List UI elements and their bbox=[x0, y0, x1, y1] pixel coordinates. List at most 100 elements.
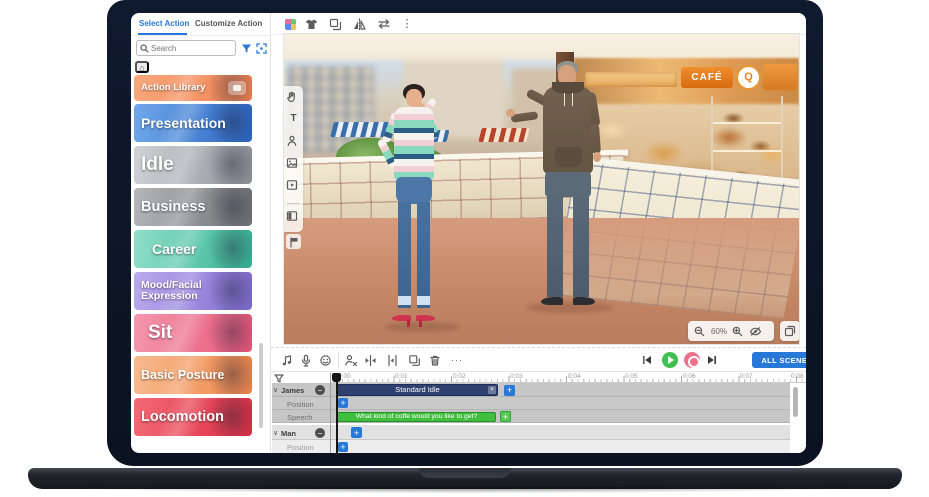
delete-clip-button[interactable] bbox=[429, 352, 445, 368]
add-position-man-button[interactable]: + bbox=[338, 442, 348, 452]
remove-actor-button[interactable] bbox=[344, 352, 360, 368]
character-tool-button[interactable] bbox=[286, 133, 301, 148]
collapse-man-icon[interactable]: ∨ bbox=[273, 429, 278, 437]
zoom-out-button[interactable] bbox=[694, 325, 706, 337]
character-icon bbox=[286, 135, 298, 147]
filter-button[interactable] bbox=[241, 42, 253, 54]
cafe-sign-right bbox=[763, 64, 797, 90]
man-options-button[interactable]: − bbox=[315, 428, 325, 438]
more-horizontal-icon: ··· bbox=[451, 355, 463, 365]
snapshot-button[interactable] bbox=[780, 321, 800, 341]
track-name-speech[interactable]: Speech bbox=[287, 413, 312, 422]
james-options-button[interactable]: − bbox=[315, 385, 325, 395]
copy-clip-button[interactable] bbox=[408, 352, 424, 368]
category-locomotion[interactable]: Locomotion bbox=[134, 398, 252, 436]
add-action-man-button[interactable]: + bbox=[351, 427, 362, 438]
all-scenes-button[interactable]: ALL SCENES bbox=[752, 352, 806, 368]
viewport-scene[interactable]: CAFÉ Q bbox=[283, 33, 800, 345]
timeline-ruler[interactable]: 0:00 0:01 0:02 0:03 0:04 0:05 0:06 0:07 … bbox=[331, 373, 806, 383]
filter-icon bbox=[241, 43, 252, 54]
viewport-toolbar: ⋮ bbox=[271, 13, 806, 35]
clip-standard-idle[interactable]: Standard Idle × bbox=[337, 384, 498, 396]
character-man[interactable] bbox=[527, 61, 613, 315]
more-button[interactable]: ⋮ bbox=[399, 16, 415, 32]
skip-end-icon bbox=[706, 354, 718, 366]
category-mood-facial-expression[interactable]: Mood/Facial Expression bbox=[134, 272, 252, 310]
timeline-more-button[interactable]: ··· bbox=[449, 352, 465, 368]
remove-actor-icon bbox=[344, 354, 358, 367]
category-sit[interactable]: Sit bbox=[134, 314, 252, 352]
track-name-position[interactable]: Position bbox=[287, 400, 314, 409]
audio-button[interactable] bbox=[281, 352, 297, 368]
hide-ui-button[interactable] bbox=[749, 325, 763, 337]
video-icon bbox=[286, 179, 298, 191]
home-button[interactable]: ⌂ bbox=[135, 61, 149, 73]
duplicate-button[interactable] bbox=[329, 16, 345, 32]
clip-speech[interactable]: What kind of coffe would you like to get… bbox=[337, 412, 496, 422]
trim-right-button[interactable] bbox=[386, 352, 402, 368]
playhead-handle[interactable] bbox=[332, 373, 341, 382]
search-box[interactable] bbox=[136, 40, 236, 56]
collapse-james-icon[interactable]: ∨ bbox=[273, 386, 278, 394]
text-tool-button[interactable]: T bbox=[286, 111, 301, 126]
play-button[interactable] bbox=[662, 352, 678, 368]
character-woman[interactable] bbox=[379, 84, 449, 332]
swap-button[interactable] bbox=[377, 16, 393, 32]
marker-tool-button[interactable] bbox=[286, 234, 301, 249]
category-basic-posture[interactable]: Basic Posture bbox=[134, 356, 252, 394]
pan-tool-button[interactable] bbox=[286, 89, 301, 104]
add-action-james-button[interactable]: + bbox=[504, 385, 515, 396]
category-action-library[interactable]: Action Library bbox=[134, 75, 252, 101]
zoom-out-icon bbox=[694, 326, 705, 337]
track-filter-icon bbox=[274, 374, 284, 383]
trim-left-button[interactable] bbox=[364, 352, 380, 368]
mirror-flip-icon bbox=[353, 18, 366, 31]
home-icon: ⌂ bbox=[139, 63, 144, 73]
fit-view-button[interactable] bbox=[256, 42, 268, 54]
track-name-man-position[interactable]: Position bbox=[287, 443, 314, 452]
track-row-man-position[interactable] bbox=[272, 440, 806, 453]
scene-style-button[interactable] bbox=[283, 16, 299, 32]
track-filter-button[interactable] bbox=[274, 373, 286, 383]
category-business[interactable]: Business bbox=[134, 188, 252, 226]
microphone-icon bbox=[300, 354, 312, 367]
laptop-base-notch bbox=[419, 468, 511, 478]
track-name-james[interactable]: James bbox=[281, 386, 304, 395]
zoom-in-button[interactable] bbox=[732, 325, 744, 337]
add-speech-james-button[interactable]: + bbox=[500, 411, 511, 422]
trim-right-icon bbox=[386, 354, 399, 367]
flag-icon bbox=[288, 236, 300, 248]
add-position-james-button[interactable]: + bbox=[338, 398, 348, 408]
cafe-sign: CAFÉ bbox=[681, 67, 733, 88]
track-name-man[interactable]: Man bbox=[281, 429, 296, 438]
tab-select-action[interactable]: Select Action bbox=[139, 19, 189, 28]
category-career[interactable]: Career bbox=[134, 230, 252, 268]
clip-close-icon[interactable]: × bbox=[488, 386, 496, 394]
skip-end-button[interactable] bbox=[706, 352, 722, 368]
search-input[interactable] bbox=[151, 42, 233, 54]
track-row-position[interactable] bbox=[272, 397, 806, 410]
video-tool-button[interactable] bbox=[286, 177, 301, 192]
timeline-tracks: ∨ James − Position Speech ∨ Man − Positi… bbox=[271, 373, 806, 453]
expression-button[interactable] bbox=[319, 352, 335, 368]
image-icon bbox=[286, 157, 298, 169]
face-icon bbox=[319, 354, 332, 367]
viewport-tool-rail: T bbox=[284, 86, 303, 232]
scene-panel-button[interactable] bbox=[286, 208, 301, 223]
skip-start-button[interactable] bbox=[641, 352, 657, 368]
image-tool-button[interactable] bbox=[286, 155, 301, 170]
mirror-button[interactable] bbox=[353, 16, 369, 32]
record-button[interactable] bbox=[684, 352, 700, 368]
microphone-button[interactable] bbox=[300, 352, 316, 368]
category-idle[interactable]: Idle bbox=[134, 146, 252, 184]
wardrobe-button[interactable] bbox=[305, 16, 321, 32]
awning-red bbox=[478, 128, 529, 142]
playhead[interactable] bbox=[336, 373, 338, 453]
panel-scrollbar[interactable] bbox=[259, 343, 263, 428]
text-tool-icon: T bbox=[290, 113, 296, 124]
fit-view-icon bbox=[256, 43, 267, 54]
tab-customize-action[interactable]: Customize Action bbox=[195, 19, 262, 28]
category-presentation[interactable]: Presentation bbox=[134, 104, 252, 142]
eye-slash-icon bbox=[749, 326, 762, 337]
tracks-scrollbar[interactable] bbox=[793, 387, 798, 417]
